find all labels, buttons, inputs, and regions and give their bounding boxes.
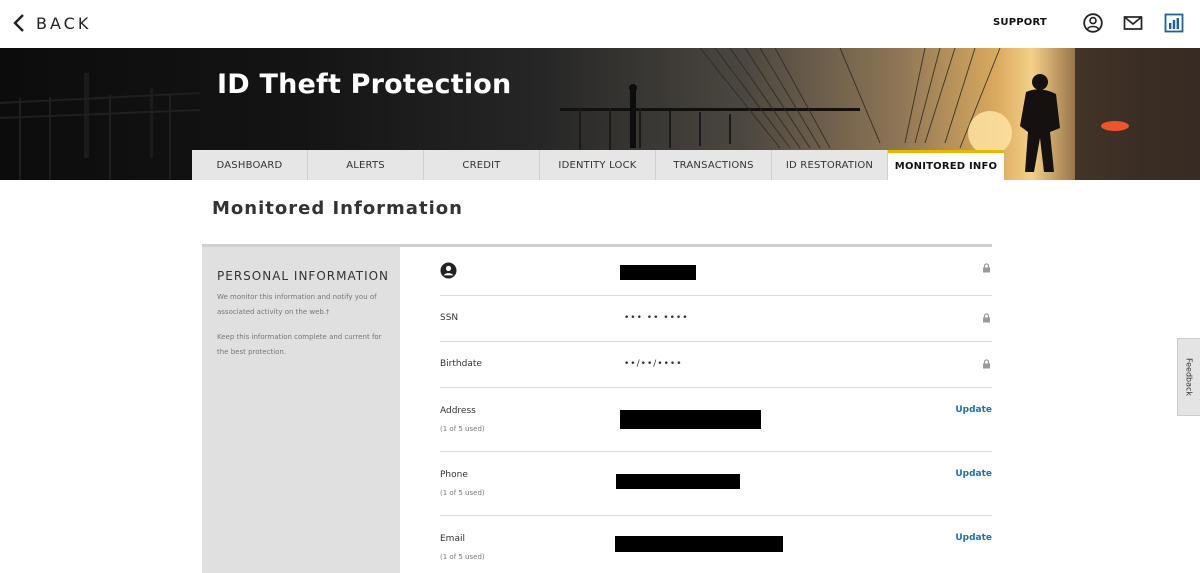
phone-usage: (1 of 5 used) — [440, 489, 485, 497]
support-link[interactable]: SUPPORT — [993, 17, 1047, 28]
info-row-birthdate: Birthdate ••/••/•••• — [440, 342, 992, 388]
info-row-ssn: SSN ••• •• •••• — [440, 296, 992, 342]
tab-identity-lock[interactable]: IDENTITY LOCK — [540, 150, 656, 180]
email-label: Email — [440, 534, 465, 544]
ssn-value: ••• •• •••• — [624, 313, 689, 323]
person-icon — [440, 262, 457, 279]
back-label: BACK — [36, 13, 92, 33]
nav-tabs: DASHBOARD ALERTS CREDIT IDENTITY LOCK TR… — [192, 150, 1004, 180]
redacted-phone-value — [616, 474, 740, 489]
ssn-label: SSN — [440, 313, 459, 323]
page-title: Monitored Information — [212, 198, 463, 219]
sidebar-description: We monitor this information and notify y… — [217, 293, 377, 316]
lock-icon — [983, 263, 990, 273]
tab-id-restoration[interactable]: ID RESTORATION — [772, 150, 888, 180]
personal-info-sidebar: PERSONAL INFORMATION We monitor this inf… — [202, 247, 400, 573]
dashboard-chart-icon[interactable] — [1163, 12, 1185, 34]
info-row-name — [440, 247, 992, 296]
chevron-left-icon — [13, 14, 24, 32]
user-account-icon[interactable] — [1082, 12, 1104, 34]
lock-icon — [983, 313, 990, 323]
phone-label: Phone — [440, 470, 468, 480]
redacted-email-value — [615, 536, 783, 552]
top-bar: BACK SUPPORT — [0, 0, 1200, 48]
feedback-label: Feedback — [1184, 357, 1194, 397]
tab-transactions[interactable]: TRANSACTIONS — [656, 150, 772, 180]
banner-title: ID Theft Protection — [217, 69, 512, 100]
address-label: Address — [440, 406, 476, 416]
info-row-phone: Phone (1 of 5 used) Update — [440, 452, 992, 516]
sidebar-title: PERSONAL INFORMATION — [217, 269, 390, 283]
update-address-link[interactable]: Update — [955, 405, 992, 415]
tab-alerts[interactable]: ALERTS — [308, 150, 424, 180]
address-usage: (1 of 5 used) — [440, 425, 485, 433]
tab-dashboard[interactable]: DASHBOARD — [192, 150, 308, 180]
birthdate-label: Birthdate — [440, 359, 482, 369]
update-email-link[interactable]: Update — [955, 533, 992, 543]
feedback-tab[interactable]: Feedback — [1177, 338, 1200, 416]
back-button[interactable]: BACK — [12, 10, 91, 36]
redacted-address-value — [620, 410, 761, 429]
update-phone-link[interactable]: Update — [955, 469, 992, 479]
birthdate-value: ••/••/•••• — [624, 359, 683, 369]
info-row-address: Address (1 of 5 used) Update — [440, 388, 992, 452]
info-row-email: Email (1 of 5 used) Update — [440, 516, 992, 573]
mail-icon[interactable] — [1122, 12, 1144, 34]
tab-credit[interactable]: CREDIT — [424, 150, 540, 180]
lock-icon — [983, 359, 990, 369]
redacted-name-value — [620, 265, 696, 280]
sidebar-tip: Keep this information complete and curre… — [217, 333, 382, 356]
email-usage: (1 of 5 used) — [440, 553, 485, 561]
tab-monitored-info[interactable]: MONITORED INFO — [888, 150, 1004, 180]
